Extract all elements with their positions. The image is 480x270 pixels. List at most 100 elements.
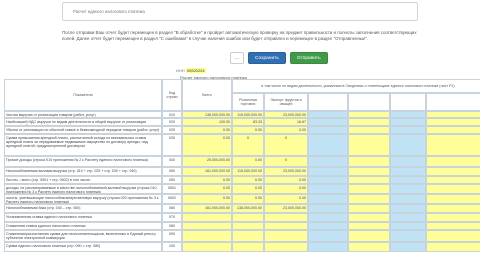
row-retail-value[interactable]: 0.00 — [232, 184, 264, 194]
row-extra-cell[interactable] — [308, 204, 348, 213]
row-extra-cell[interactable] — [426, 222, 480, 230]
row-extra-cell[interactable] — [348, 111, 390, 118]
row-extra-cell[interactable] — [426, 194, 480, 204]
row-retail-value[interactable] — [232, 242, 264, 252]
row-extra-cell[interactable] — [390, 194, 426, 204]
row-extra-cell[interactable] — [348, 222, 390, 230]
row-extra-cell[interactable] — [308, 194, 348, 204]
row-extra-cell[interactable] — [348, 230, 390, 242]
row-extra-cell[interactable] — [308, 242, 348, 252]
row-export-value[interactable]: X — [264, 156, 308, 167]
row-total[interactable]: 0.00 — [182, 176, 232, 184]
row-retail-value[interactable]: 138,000,000.00 — [232, 204, 264, 213]
row-extra-cell[interactable] — [308, 213, 348, 222]
row-export-value[interactable]: 0.00 — [264, 194, 308, 204]
row-extra-cell[interactable] — [348, 167, 390, 176]
row-total[interactable] — [182, 213, 232, 222]
row-extra-cell[interactable] — [348, 194, 390, 204]
row-extra-cell[interactable] — [390, 204, 426, 213]
save-button[interactable]: Сохранить — [248, 52, 286, 64]
search-input[interactable] — [63, 3, 417, 20]
row-export-value[interactable] — [264, 213, 308, 222]
row-total[interactable]: 138,000,000.00 — [182, 111, 232, 118]
row-total[interactable] — [182, 242, 232, 252]
row-extra-cell[interactable] — [390, 222, 426, 230]
row-total[interactable]: 161,000,000.00 — [182, 204, 232, 213]
row-retail-value[interactable]: 83.33 — [232, 118, 264, 126]
row-total[interactable]: 0.00 — [182, 126, 232, 134]
send-button[interactable]: Отправить — [289, 52, 328, 64]
row-extra-cell[interactable] — [308, 184, 348, 194]
row-extra-cell[interactable] — [390, 230, 426, 242]
row-extra-cell[interactable] — [348, 134, 390, 156]
row-extra-cell[interactable] — [426, 126, 480, 134]
row-total[interactable] — [182, 230, 232, 242]
row-retail-value[interactable]: 0.00 — [232, 156, 264, 167]
row-extra-cell[interactable] — [308, 230, 348, 242]
row-total[interactable]: 0.00 — [182, 134, 232, 156]
row-extra-cell[interactable] — [308, 134, 348, 156]
row-extra-cell[interactable] — [390, 167, 426, 176]
row-export-value[interactable]: 23,000,000.00 — [264, 204, 308, 213]
row-total[interactable]: 0.00 — [182, 184, 232, 194]
row-retail-value[interactable]: 115,000,000.00 — [232, 167, 264, 176]
row-extra-cell[interactable] — [390, 213, 426, 222]
row-export-value[interactable] — [264, 222, 308, 230]
row-extra-cell[interactable] — [426, 213, 480, 222]
row-retail-value[interactable] — [232, 222, 264, 230]
row-extra-cell[interactable] — [348, 156, 390, 167]
row-extra-cell[interactable] — [308, 126, 348, 134]
row-retail-value[interactable] — [232, 230, 264, 242]
row-total[interactable] — [182, 222, 232, 230]
row-export-value[interactable]: 16.67 — [264, 118, 308, 126]
row-extra-cell[interactable] — [426, 111, 480, 118]
row-extra-cell[interactable] — [390, 242, 426, 252]
row-extra-cell[interactable] — [390, 156, 426, 167]
row-retail-value[interactable]: 0.00 — [232, 176, 264, 184]
row-extra-cell[interactable] — [426, 230, 480, 242]
row-extra-cell[interactable] — [348, 204, 390, 213]
row-export-value[interactable]: 23,000,000.00 — [264, 111, 308, 118]
row-extra-cell[interactable] — [348, 126, 390, 134]
row-retail-value[interactable]: X — [232, 134, 264, 156]
row-extra-cell[interactable] — [308, 222, 348, 230]
row-extra-cell[interactable] — [426, 242, 480, 252]
row-extra-cell[interactable] — [390, 126, 426, 134]
row-extra-cell[interactable] — [426, 184, 480, 194]
row-extra-cell[interactable] — [390, 184, 426, 194]
row-extra-cell[interactable] — [390, 134, 426, 156]
row-extra-cell[interactable] — [390, 176, 426, 184]
row-export-value[interactable] — [264, 230, 308, 242]
row-extra-cell[interactable] — [348, 184, 390, 194]
row-extra-cell[interactable] — [426, 118, 480, 126]
row-extra-cell[interactable] — [426, 156, 480, 167]
row-extra-cell[interactable] — [308, 176, 348, 184]
more-button[interactable]: ... — [230, 52, 244, 64]
search-box[interactable] — [62, 2, 418, 21]
row-extra-cell[interactable] — [426, 204, 480, 213]
row-extra-cell[interactable] — [426, 167, 480, 176]
row-extra-cell[interactable] — [348, 176, 390, 184]
row-total[interactable]: 100.00 — [182, 118, 232, 126]
row-extra-cell[interactable] — [390, 111, 426, 118]
row-retail-value[interactable]: 0.00 — [232, 126, 264, 134]
row-extra-cell[interactable] — [308, 111, 348, 118]
row-extra-cell[interactable] — [348, 213, 390, 222]
row-export-value[interactable]: X — [264, 134, 308, 156]
row-extra-cell[interactable] — [348, 242, 390, 252]
row-extra-cell[interactable] — [308, 167, 348, 176]
row-retail-value[interactable]: 0.00 — [232, 194, 264, 204]
row-extra-cell[interactable] — [426, 134, 480, 156]
row-total[interactable]: 161,000,000.00 — [182, 167, 232, 176]
row-extra-cell[interactable] — [426, 176, 480, 184]
row-extra-cell[interactable] — [308, 156, 348, 167]
row-extra-cell[interactable] — [348, 118, 390, 126]
row-total[interactable]: 0.00 — [182, 194, 232, 204]
row-export-value[interactable]: 0.00 — [264, 184, 308, 194]
row-retail-value[interactable]: 115,000,000.00 — [232, 111, 264, 118]
row-total[interactable]: 25,000,000.00 — [182, 156, 232, 167]
row-export-value[interactable]: 0.00 — [264, 176, 308, 184]
row-extra-cell[interactable] — [390, 118, 426, 126]
row-extra-cell[interactable] — [308, 118, 348, 126]
row-export-value[interactable]: 23,000,000.00 — [264, 167, 308, 176]
